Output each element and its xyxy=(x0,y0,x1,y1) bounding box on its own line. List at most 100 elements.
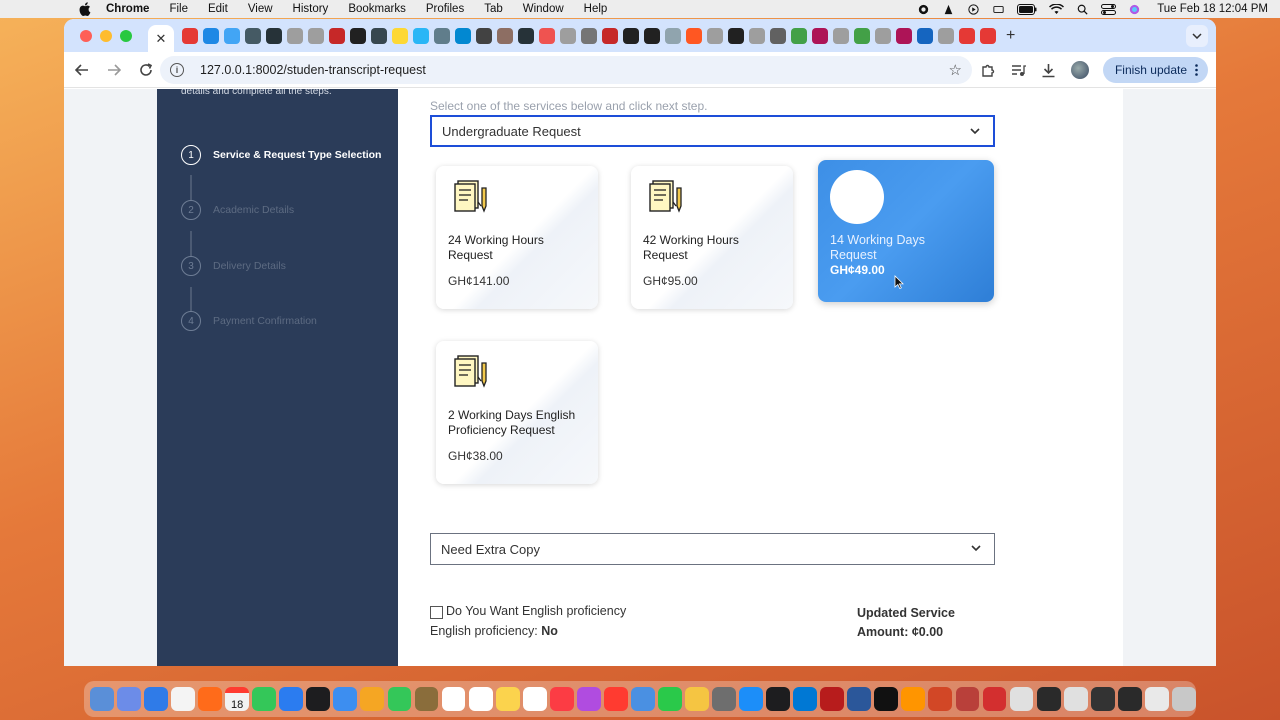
pinned-tab-favicon[interactable] xyxy=(371,27,387,44)
tab-search-button[interactable] xyxy=(1186,25,1208,47)
dock-app-icon[interactable] xyxy=(117,687,141,711)
step-service-selection[interactable]: 1 Service & Request Type Selection xyxy=(181,145,381,165)
request-type-select[interactable]: Undergraduate Request xyxy=(430,115,995,147)
dock-app-icon[interactable] xyxy=(820,687,845,711)
dock-app-icon[interactable] xyxy=(847,687,872,711)
menu-file[interactable]: File xyxy=(169,3,188,15)
english-proficiency-checkbox-label[interactable]: Do You Want English proficiency xyxy=(446,604,626,618)
dock-app-icon[interactable] xyxy=(603,687,628,711)
dock-app-icon[interactable] xyxy=(955,687,980,711)
site-info-icon[interactable]: i xyxy=(170,63,184,77)
dock-app-icon[interactable] xyxy=(712,687,736,711)
dock-app-icon[interactable] xyxy=(252,687,277,711)
pinned-tab-favicon[interactable] xyxy=(308,27,324,44)
dock-app-icon[interactable] xyxy=(360,687,385,711)
pinned-tab-favicon[interactable] xyxy=(644,27,660,44)
dock-app-icon[interactable] xyxy=(1090,687,1115,711)
service-card-english-proficiency[interactable]: 2 Working Days English Proficiency Reque… xyxy=(436,341,598,484)
dock-app-icon[interactable] xyxy=(1063,687,1088,711)
service-card-14-days[interactable]: 14 Working Days Request GH¢49.00 xyxy=(818,160,994,302)
dock-app-icon[interactable] xyxy=(495,687,520,711)
wifi-icon[interactable] xyxy=(1049,3,1065,15)
profile-avatar[interactable] xyxy=(1070,61,1089,79)
forward-button[interactable] xyxy=(100,56,128,84)
record-icon[interactable] xyxy=(917,4,930,15)
pinned-tab-favicon[interactable] xyxy=(686,27,702,44)
dock-app-icon[interactable] xyxy=(90,687,114,711)
pinned-tab-favicon[interactable] xyxy=(791,27,807,44)
menu-app-name[interactable]: Chrome xyxy=(106,3,149,15)
dock-app-icon[interactable] xyxy=(901,687,926,711)
keyboard-icon[interactable] xyxy=(992,4,1005,15)
siri-icon[interactable] xyxy=(1128,4,1141,15)
vlc-icon[interactable] xyxy=(942,4,955,15)
menubar-clock[interactable]: Tue Feb 18 12:04 PM xyxy=(1157,3,1268,15)
pinned-tab-favicon[interactable] xyxy=(539,27,555,44)
dock-app-icon[interactable] xyxy=(1171,687,1196,711)
dock-app-icon[interactable] xyxy=(198,687,223,711)
dock-app-icon[interactable] xyxy=(1144,687,1169,711)
dock-app-icon[interactable] xyxy=(279,687,304,711)
extensions-icon[interactable] xyxy=(981,62,997,78)
pinned-tab-favicon[interactable] xyxy=(623,27,639,44)
dock-app-icon[interactable] xyxy=(306,687,331,711)
back-button[interactable] xyxy=(68,56,96,84)
bookmark-star-icon[interactable]: ☆ xyxy=(949,61,962,79)
reload-button[interactable] xyxy=(132,56,160,84)
dock-app-icon[interactable] xyxy=(576,687,601,711)
dock-app-icon[interactable] xyxy=(982,687,1007,711)
pinned-tab-favicon[interactable] xyxy=(224,27,240,44)
menu-bookmarks[interactable]: Bookmarks xyxy=(348,3,406,15)
pinned-tab-favicon[interactable] xyxy=(749,27,765,44)
address-bar[interactable]: i 127.0.0.1:8002/studen-transcript-reque… xyxy=(160,56,972,84)
service-card-24-hours[interactable]: 24 Working Hours Request GH¢141.00 xyxy=(436,166,598,309)
battery-icon[interactable] xyxy=(1017,3,1037,15)
pinned-tab-favicon[interactable] xyxy=(476,27,492,44)
dock-app-icon[interactable] xyxy=(549,687,574,711)
dock-app-icon[interactable] xyxy=(387,687,412,711)
dock-app-icon[interactable] xyxy=(874,687,899,711)
step-academic-details[interactable]: 2 Academic Details xyxy=(181,200,294,220)
zoom-window-button[interactable] xyxy=(120,29,132,42)
pinned-tab-favicon[interactable] xyxy=(917,27,933,44)
pinned-tab-favicon[interactable] xyxy=(812,27,828,44)
media-control-icon[interactable] xyxy=(1011,62,1027,78)
pinned-tab-favicon[interactable] xyxy=(581,27,597,44)
minimize-window-button[interactable] xyxy=(100,29,112,42)
pinned-tab-favicon[interactable] xyxy=(245,27,261,44)
english-proficiency-checkbox[interactable] xyxy=(430,606,443,619)
active-tab[interactable]: ✕ xyxy=(148,25,174,52)
pinned-tab-favicon[interactable] xyxy=(287,27,303,44)
download-icon[interactable] xyxy=(1041,62,1057,78)
dock-app-icon[interactable] xyxy=(144,687,168,711)
menu-profiles[interactable]: Profiles xyxy=(426,3,464,15)
menu-window[interactable]: Window xyxy=(523,3,564,15)
service-card-42-hours[interactable]: 42 Working Hours Request GH¢95.00 xyxy=(631,166,793,309)
pinned-tab-favicon[interactable] xyxy=(203,27,219,44)
apple-icon[interactable] xyxy=(78,2,92,16)
dock-app-icon[interactable] xyxy=(657,687,682,711)
pinned-tab-favicon[interactable] xyxy=(455,27,471,44)
close-tab-icon[interactable]: ✕ xyxy=(156,31,167,47)
pinned-tab-favicon[interactable] xyxy=(875,27,891,44)
pinned-tab-favicon[interactable] xyxy=(350,27,366,44)
dock-app-icon[interactable] xyxy=(171,687,195,711)
menu-edit[interactable]: Edit xyxy=(208,3,228,15)
pinned-tab-favicon[interactable] xyxy=(770,27,786,44)
dock-app-icon[interactable] xyxy=(1117,687,1142,711)
dock-app-icon[interactable] xyxy=(1009,687,1034,711)
menu-view[interactable]: View xyxy=(248,3,273,15)
extra-copy-select[interactable]: Need Extra Copy xyxy=(430,533,995,565)
pinned-tab-favicon[interactable] xyxy=(665,27,681,44)
close-window-button[interactable] xyxy=(80,29,92,42)
dock-app-icon[interactable] xyxy=(630,687,655,711)
dock-app-icon[interactable] xyxy=(441,687,466,711)
step-payment-confirmation[interactable]: 4 Payment Confirmation xyxy=(181,311,317,331)
pinned-tab-favicon[interactable] xyxy=(707,27,723,44)
pinned-tab-favicon[interactable] xyxy=(392,27,408,44)
pinned-tab-favicon[interactable] xyxy=(497,27,513,44)
pinned-tab-favicon[interactable] xyxy=(182,27,198,44)
pinned-tab-favicon[interactable] xyxy=(266,27,282,44)
pinned-tab-favicon[interactable] xyxy=(329,27,345,44)
url-text[interactable]: 127.0.0.1:8002/studen-transcript-request xyxy=(200,63,426,77)
